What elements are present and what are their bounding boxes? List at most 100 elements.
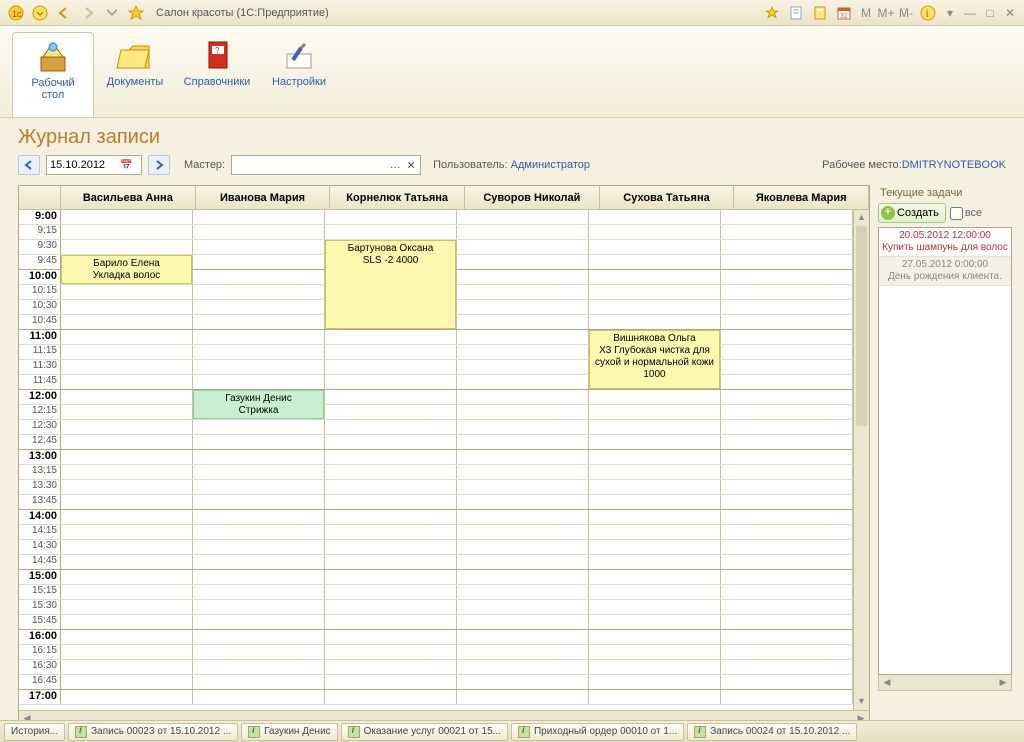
schedule-cell[interactable] <box>193 525 325 539</box>
date-input-field[interactable] <box>50 159 120 171</box>
schedule-cell[interactable] <box>193 420 325 434</box>
schedule-cell[interactable] <box>61 660 193 674</box>
scroll-down-icon[interactable]: ▼ <box>854 694 869 710</box>
schedule-cell[interactable] <box>61 300 193 314</box>
master-clear-icon[interactable]: ✕ <box>404 159 418 172</box>
column-header[interactable]: Иванова Мария <box>196 186 331 209</box>
schedule-cell[interactable] <box>721 420 853 434</box>
toolbar-references[interactable]: ? Справочники <box>176 32 258 117</box>
schedule-cell[interactable] <box>325 225 457 239</box>
schedule-cell[interactable] <box>193 480 325 494</box>
info-icon[interactable]: i <box>917 3 939 23</box>
schedule-cell[interactable] <box>193 435 325 449</box>
schedule-cell[interactable] <box>457 435 589 449</box>
all-checkbox[interactable]: все <box>950 207 982 220</box>
schedule-cell[interactable] <box>193 300 325 314</box>
schedule-cell[interactable] <box>589 555 721 569</box>
schedule-cell[interactable] <box>721 375 853 389</box>
schedule-cell[interactable] <box>61 510 193 524</box>
schedule-cell[interactable] <box>325 615 457 629</box>
schedule-cell[interactable] <box>193 615 325 629</box>
schedule-cell[interactable] <box>589 450 721 464</box>
schedule-cell[interactable] <box>721 210 853 224</box>
schedule-cell[interactable] <box>721 615 853 629</box>
schedule-cell[interactable] <box>589 690 721 704</box>
schedule-body[interactable]: 9:009:159:30Бартунова ОксанаSLS -2 40009… <box>19 210 853 710</box>
schedule-cell[interactable] <box>457 450 589 464</box>
schedule-cell[interactable] <box>193 405 325 419</box>
schedule-cell[interactable] <box>721 630 853 644</box>
window-tab[interactable]: Запись 00023 от 15.10.2012 ... <box>68 723 238 741</box>
schedule-cell[interactable] <box>721 510 853 524</box>
schedule-cell[interactable] <box>61 555 193 569</box>
schedule-cell[interactable] <box>721 465 853 479</box>
schedule-cell[interactable] <box>457 465 589 479</box>
schedule-cell[interactable] <box>457 690 589 704</box>
schedule-cell[interactable] <box>721 480 853 494</box>
nav-back-icon[interactable] <box>53 3 75 23</box>
schedule-cell[interactable] <box>61 315 193 329</box>
schedule-cell[interactable] <box>457 330 589 344</box>
schedule-cell[interactable] <box>589 315 721 329</box>
schedule-cell[interactable] <box>325 360 457 374</box>
schedule-cell[interactable] <box>589 225 721 239</box>
schedule-cell[interactable] <box>61 420 193 434</box>
schedule-cell[interactable] <box>589 510 721 524</box>
schedule-cell[interactable] <box>325 255 457 269</box>
schedule-cell[interactable] <box>61 405 193 419</box>
schedule-cell[interactable] <box>457 615 589 629</box>
column-header[interactable]: Яковлева Мария <box>734 186 869 209</box>
schedule-cell[interactable] <box>61 450 193 464</box>
schedule-cell[interactable] <box>193 510 325 524</box>
schedule-cell[interactable] <box>61 360 193 374</box>
schedule-cell[interactable] <box>325 300 457 314</box>
schedule-cell[interactable] <box>61 345 193 359</box>
calc-icon[interactable] <box>809 3 831 23</box>
schedule-cell[interactable] <box>193 555 325 569</box>
schedule-cell[interactable] <box>721 255 853 269</box>
schedule-cell[interactable] <box>193 375 325 389</box>
schedule-cell[interactable] <box>589 465 721 479</box>
schedule-cell[interactable] <box>589 210 721 224</box>
schedule-cell[interactable] <box>61 585 193 599</box>
schedule-cell[interactable] <box>721 585 853 599</box>
schedule-cell[interactable] <box>721 660 853 674</box>
schedule-cell[interactable] <box>325 540 457 554</box>
schedule-cell[interactable] <box>457 495 589 509</box>
schedule-cell[interactable] <box>721 540 853 554</box>
schedule-cell[interactable] <box>457 405 589 419</box>
schedule-cell[interactable] <box>457 555 589 569</box>
schedule-cell[interactable] <box>61 540 193 554</box>
schedule-cell[interactable] <box>325 465 457 479</box>
schedule-cell[interactable] <box>325 480 457 494</box>
schedule-cell[interactable] <box>589 405 721 419</box>
schedule-cell[interactable] <box>457 210 589 224</box>
schedule-cell[interactable] <box>457 390 589 404</box>
schedule-cell[interactable] <box>325 270 457 284</box>
all-checkbox-input[interactable] <box>950 207 963 220</box>
column-header[interactable]: Суворов Николай <box>465 186 600 209</box>
schedule-cell[interactable] <box>61 375 193 389</box>
schedule-cell[interactable] <box>721 345 853 359</box>
schedule-cell[interactable] <box>193 660 325 674</box>
schedule-cell[interactable] <box>325 435 457 449</box>
schedule-cell[interactable] <box>589 240 721 254</box>
schedule-cell[interactable] <box>589 675 721 689</box>
schedule-cell[interactable] <box>61 495 193 509</box>
schedule-cell[interactable] <box>325 660 457 674</box>
schedule-cell[interactable] <box>61 435 193 449</box>
vertical-scrollbar[interactable]: ▲ ▼ <box>853 210 869 710</box>
toolbar-documents[interactable]: Документы <box>94 32 176 117</box>
schedule-cell[interactable] <box>457 285 589 299</box>
schedule-cell[interactable] <box>325 375 457 389</box>
schedule-cell[interactable] <box>721 300 853 314</box>
schedule-cell[interactable] <box>61 525 193 539</box>
minimize-button[interactable]: — <box>960 4 980 22</box>
maximize-button[interactable]: □ <box>980 4 1000 22</box>
schedule-cell[interactable]: Вишнякова ОльгаX3 Глубокая чистка для су… <box>589 330 721 344</box>
schedule-cell[interactable] <box>325 285 457 299</box>
nav-dropdown-icon[interactable] <box>101 3 123 23</box>
schedule-cell[interactable] <box>457 255 589 269</box>
scroll-right-icon[interactable]: ▶ <box>995 675 1011 690</box>
toolbar-desktop[interactable]: Рабочий стол <box>12 32 94 117</box>
